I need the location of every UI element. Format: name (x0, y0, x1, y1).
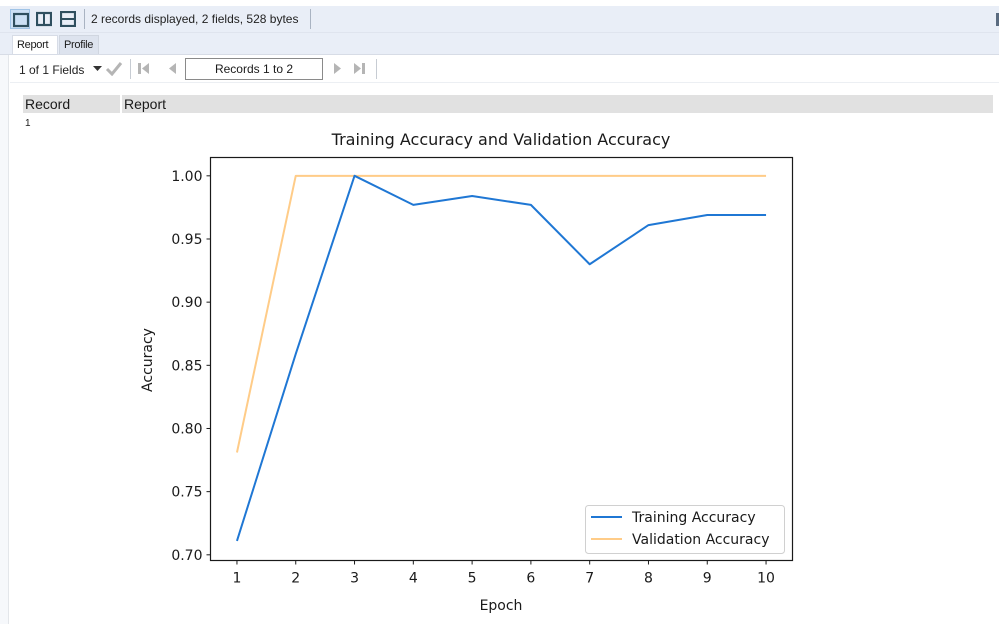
y-tick-label: 0.90 (171, 295, 202, 311)
accuracy-chart: Training Accuracy and Validation Accurac… (140, 130, 794, 614)
legend-label-training: Training Accuracy (631, 510, 756, 526)
chart-title: Training Accuracy and Validation Accurac… (331, 130, 671, 149)
y-tick-label: 0.85 (171, 358, 202, 374)
x-tick-label: 10 (757, 571, 775, 587)
training-accuracy-line (236, 174, 767, 542)
y-tick-label: 0.70 (171, 548, 202, 564)
x-tick-label: 8 (644, 571, 653, 587)
x-tick-label: 1 (232, 571, 241, 587)
validation-accuracy-line (235, 174, 767, 453)
y-tick-label: 0.80 (171, 421, 202, 437)
x-tick-label: 2 (291, 571, 300, 587)
x-tick-label: 5 (468, 571, 477, 587)
y-tick-label: 0.75 (171, 485, 202, 501)
chart-legend: Training Accuracy Validation Accuracy (585, 505, 785, 554)
plot-area-frame (209, 156, 794, 562)
x-tick-label: 7 (585, 571, 594, 587)
x-tick-label: 3 (350, 571, 359, 587)
x-axis-label: Epoch (480, 598, 523, 614)
y-tick-label: 0.95 (171, 232, 202, 248)
x-tick-label: 4 (409, 571, 418, 587)
x-tick-label: 9 (703, 571, 712, 587)
y-axis-label: Accuracy (140, 328, 156, 392)
y-tick-label: 1.00 (171, 169, 202, 185)
x-tick-label: 6 (526, 571, 535, 587)
legend-label-validation: Validation Accuracy (632, 532, 770, 548)
